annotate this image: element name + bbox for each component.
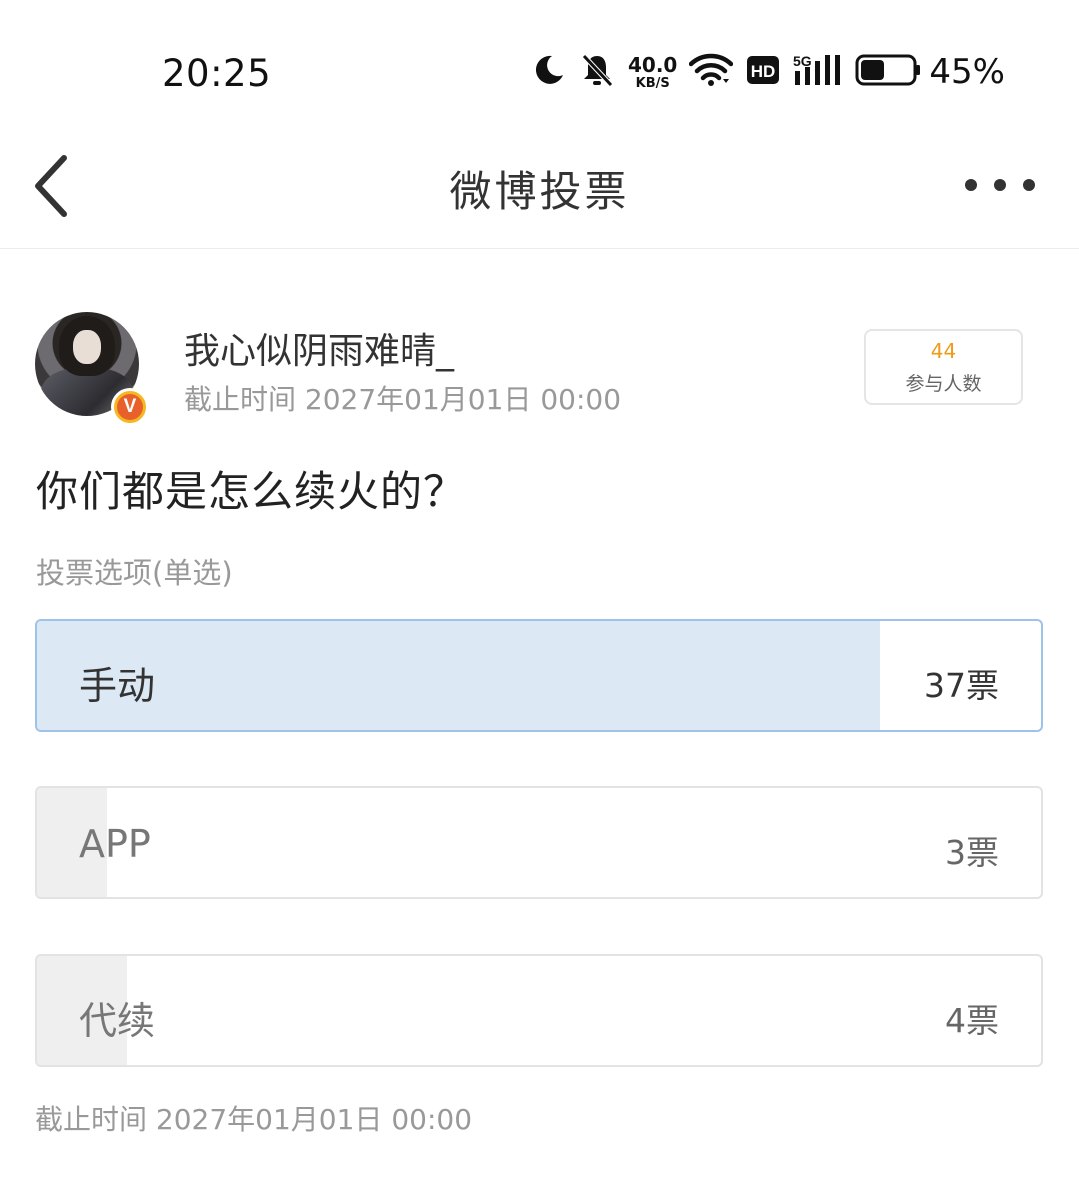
poll-option-proxy[interactable]: 代续 4票 (35, 954, 1043, 1067)
option-label: 代续 (79, 999, 156, 1043)
bell-muted-icon (580, 52, 614, 92)
username[interactable]: 我心似阴雨难晴_ (184, 322, 454, 374)
deadline-text: 截止时间 2027年01月01日 00:00 (184, 383, 622, 416)
net-speed-value: 40.0 (628, 52, 678, 77)
poll-question: 你们都是怎么续火的？ (36, 467, 467, 516)
signal-5g-icon: 5G (793, 53, 841, 91)
more-icon-dot (994, 179, 1006, 191)
option-progress-fill (37, 621, 881, 730)
battery-percent: 45% (929, 52, 1005, 92)
more-button[interactable] (965, 170, 1035, 200)
status-bar: 20:25 40.0 KB/S HD 5G 45% (0, 0, 1079, 130)
network-label: 5G (793, 53, 812, 69)
option-label: APP (79, 822, 151, 866)
status-time: 20:25 (162, 52, 272, 95)
more-icon-dot (1023, 179, 1035, 191)
wifi-icon (689, 53, 734, 91)
net-speed-unit: KB/S (635, 75, 670, 91)
network-speed: 40.0 KB/S (628, 55, 677, 90)
option-votes: 4票 (945, 1001, 999, 1040)
options-label: 投票选项(单选) (36, 556, 233, 590)
participants-label: 参与人数 (905, 373, 982, 395)
poll-option-manual[interactable]: 手动 37票 (35, 619, 1043, 732)
more-icon (965, 179, 977, 191)
option-votes: 3票 (945, 833, 999, 872)
poll-option-app[interactable]: APP 3票 (35, 786, 1043, 899)
option-votes: 37票 (924, 666, 999, 705)
verified-badge-label: V (117, 394, 143, 420)
hd-icon: HD (747, 56, 780, 88)
verified-badge-icon: V (111, 388, 149, 426)
hd-label: HD (751, 62, 776, 81)
page-title: 微博投票 (449, 167, 630, 216)
avatar[interactable]: V (35, 312, 149, 426)
participants-count: 44 (930, 339, 957, 363)
status-icons: 40.0 KB/S HD 5G 45% (532, 50, 1005, 94)
option-label: 手动 (79, 664, 156, 708)
nav-bar: 微博投票 (0, 130, 1079, 249)
moon-icon (532, 53, 566, 91)
poll-deadline: 截止时间 2027年01月01日 00:00 (35, 1103, 473, 1136)
battery-icon (855, 53, 921, 91)
participants-box: 44 参与人数 (864, 329, 1023, 405)
